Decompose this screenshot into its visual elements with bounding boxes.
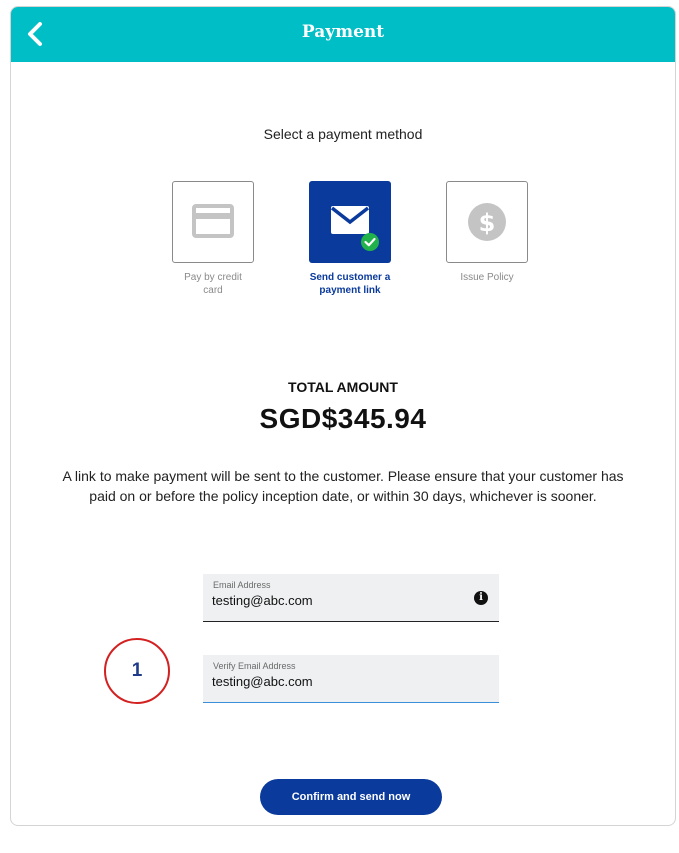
email-field[interactable]: Email Address i xyxy=(203,574,499,622)
payment-link-notice: A link to make payment will be sent to t… xyxy=(62,468,624,504)
payment-panel: Payment Select a payment method Pay by c… xyxy=(10,6,676,826)
page-title: Payment xyxy=(301,22,385,42)
credit-card-option-label: Pay by credit card xyxy=(184,272,242,296)
send-link-option-label: Send customer a payment link xyxy=(309,272,391,296)
payment-option-credit-card[interactable]: Pay by credit card xyxy=(158,181,268,297)
verify-email-field-label: Verify Email Address xyxy=(213,661,296,671)
send-link-option-box[interactable] xyxy=(309,181,391,263)
info-icon[interactable]: i xyxy=(474,591,488,605)
total-amount-value: SGD$345.94 xyxy=(259,403,427,434)
credit-card-icon xyxy=(192,204,234,238)
check-circle-icon xyxy=(361,233,379,251)
verify-email-input[interactable] xyxy=(212,674,462,689)
payment-option-send-link[interactable]: Send customer a payment link xyxy=(295,181,405,297)
verify-email-field[interactable]: Verify Email Address xyxy=(203,655,499,703)
confirm-and-send-button[interactable]: Confirm and send now xyxy=(260,779,442,815)
email-input[interactable] xyxy=(212,593,462,608)
total-amount-label: TOTAL AMOUNT xyxy=(288,379,398,395)
svg-text:$: $ xyxy=(479,209,496,237)
dollar-coin-icon: $ xyxy=(468,203,506,241)
payment-method-heading: Select a payment method xyxy=(263,126,423,142)
payment-option-issue-policy[interactable]: $ Issue Policy xyxy=(432,181,542,284)
credit-card-option-box[interactable] xyxy=(172,181,254,263)
annotation-marker: 1 xyxy=(104,638,170,704)
issue-policy-option-label: Issue Policy xyxy=(460,272,514,283)
issue-policy-option-box[interactable]: $ xyxy=(446,181,528,263)
email-field-label: Email Address xyxy=(213,580,271,590)
header-bar: Payment xyxy=(11,7,675,62)
